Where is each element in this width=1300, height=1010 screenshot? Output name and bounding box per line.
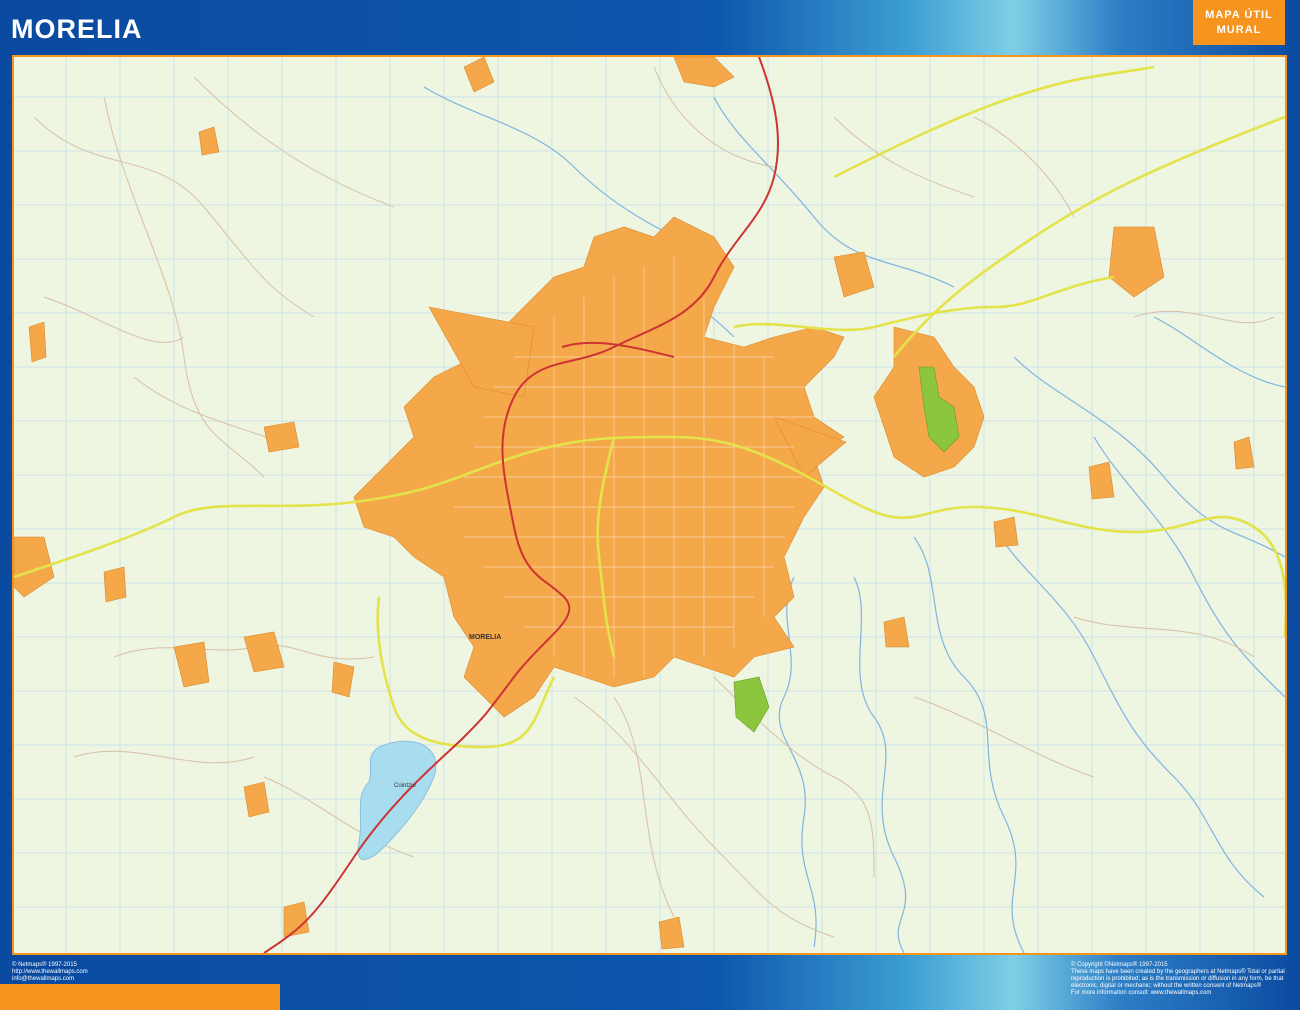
- city-label: MORELIA: [469, 634, 501, 641]
- southern-park: [734, 677, 769, 732]
- footer-right-line-1: © Copyright ©Netmaps® 1997-2015: [1071, 962, 1286, 969]
- footer-right-line-3: reproduction is prohibited; as is the tr…: [1071, 976, 1286, 983]
- urban-areas: [14, 57, 1254, 949]
- footer-right-line-5: For more information consult: www.thewal…: [1071, 990, 1286, 997]
- footer-credits-left: © Netmaps® 1997-2015 http://www.thewallm…: [12, 962, 88, 983]
- mapa-util-badge[interactable]: MAPA ÚTIL MURAL: [1193, 0, 1285, 45]
- badge-line-2: MURAL: [1193, 23, 1285, 38]
- footer-left-line-1: © Netmaps® 1997-2015: [12, 962, 88, 969]
- cointzio-lake: [358, 741, 436, 859]
- badge-line-1: MAPA ÚTIL: [1193, 8, 1285, 23]
- lake-label: Cointzio: [394, 783, 416, 789]
- map-title: MORELIA: [11, 14, 143, 45]
- footer-left-line-3[interactable]: info@thewallmaps.com: [12, 976, 88, 983]
- footer-accent-bar: [0, 984, 280, 1010]
- morelia-urban-area: [354, 217, 844, 717]
- city-map[interactable]: MORELIA Cointzio: [12, 55, 1287, 955]
- footer-left-line-2[interactable]: http://www.thewallmaps.com: [12, 969, 88, 976]
- footer-right-line-4: electronic, digital or mechanic; without…: [1071, 983, 1286, 990]
- footer-right-line-2: These maps have been created by the geog…: [1071, 969, 1286, 976]
- footer-copyright-right: © Copyright ©Netmaps® 1997-2015 These ma…: [1071, 962, 1286, 997]
